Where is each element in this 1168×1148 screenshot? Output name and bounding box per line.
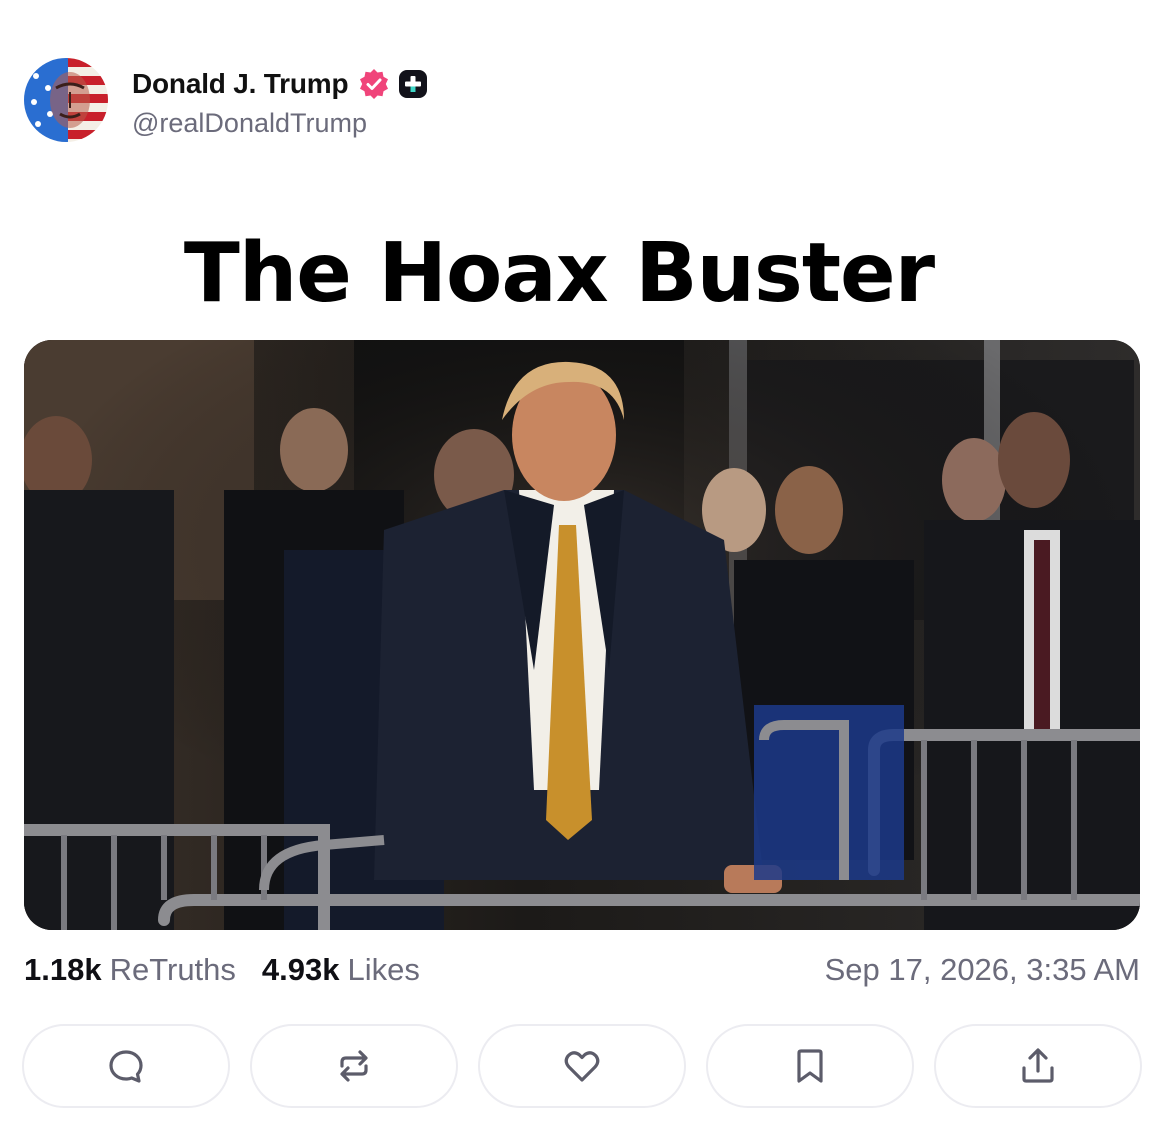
flag-portrait-avatar [24,58,108,142]
post-image[interactable] [24,340,1140,930]
author-display-name[interactable]: Donald J. Trump [132,68,349,100]
like-button[interactable] [478,1024,686,1108]
retruth-button[interactable] [250,1024,458,1108]
retruths-stat[interactable]: 1.18k ReTruths [24,952,236,988]
likes-count: 4.93k [261,952,340,987]
media-title-text: The Hoax Buster [183,226,935,321]
bookmark-icon [797,1049,823,1083]
retruths-label: ReTruths [109,952,236,987]
bookmark-button[interactable] [706,1024,914,1108]
post-stats: 1.18k ReTruths 4.93k Likes Sep 17, 2026,… [24,948,1140,992]
post-actions [22,1024,1142,1108]
author-handle[interactable]: @realDonaldTrump [132,108,428,139]
retruths-count: 1.18k [24,952,102,987]
verified-badge-icon [360,68,389,99]
post-author: Donald J. Trump @realDonaldTrump [24,58,428,142]
author-avatar[interactable] [24,58,108,142]
reply-button[interactable] [22,1024,230,1108]
repost-icon [340,1050,368,1082]
courthouse-photo [24,340,1140,930]
comment-icon [109,1050,143,1083]
post-page: Donald J. Trump @realDonaldTrump The Hoa… [0,0,1168,1148]
likes-label: Likes [347,952,420,987]
heart-icon [564,1051,600,1082]
share-icon [1022,1048,1054,1083]
post-timestamp: Sep 17, 2026, 3:35 AM [824,952,1140,987]
plus-badge-icon [399,69,428,98]
likes-stat[interactable]: 4.93k Likes [262,952,420,988]
share-button[interactable] [934,1024,1142,1108]
